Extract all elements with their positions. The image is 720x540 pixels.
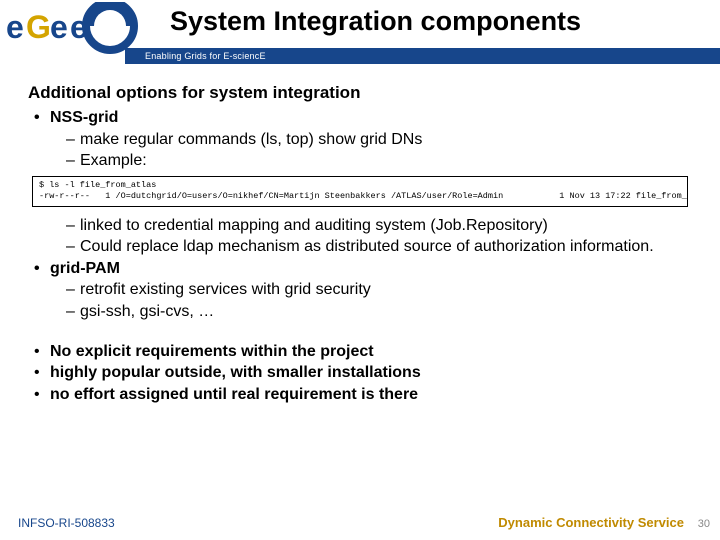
footer-left: INFSO-RI-508833 xyxy=(18,516,115,530)
code-example: $ ls -l file_from_atlas -rw-r--r-- 1 /O=… xyxy=(32,176,688,207)
bullet-final: No explicit requirements within the proj… xyxy=(28,341,692,363)
code-line: $ ls -l file_from_atlas xyxy=(39,180,156,190)
slide-body: Additional options for system integratio… xyxy=(0,64,720,405)
sub-item: make regular commands (ls, top) show gri… xyxy=(28,129,692,151)
code-line: -rw-r--r-- 1 /O=dutchgrid/O=users/O=nikh… xyxy=(39,191,688,201)
svg-text:G: G xyxy=(26,9,51,45)
section-heading: Additional options for system integratio… xyxy=(28,82,692,105)
slide-number: 30 xyxy=(698,518,710,530)
slide-title: System Integration components xyxy=(170,6,581,37)
slide-footer: INFSO-RI-508833 Dynamic Connectivity Ser… xyxy=(0,506,720,530)
svg-text:e: e xyxy=(50,9,68,45)
sub-item: retrofit existing services with grid sec… xyxy=(28,279,692,301)
svg-text:e: e xyxy=(6,9,24,45)
footer-right: Dynamic Connectivity Service xyxy=(498,515,684,530)
tagline-band: Enabling Grids for E-sciencE xyxy=(125,48,720,64)
sub-item: Example: xyxy=(28,150,692,172)
bullet-final: no effort assigned until real requiremen… xyxy=(28,384,692,406)
bullet-final: highly popular outside, with smaller ins… xyxy=(28,362,692,384)
bullet-grid-pam: grid-PAM xyxy=(28,258,692,280)
sub-item: gsi-ssh, gsi-cvs, … xyxy=(28,301,692,323)
bullet-nss-grid: NSS-grid xyxy=(28,107,692,129)
sub-item: linked to credential mapping and auditin… xyxy=(28,215,692,237)
slide-header: e G e e System Integration components En… xyxy=(0,0,720,64)
sub-item: Could replace ldap mechanism as distribu… xyxy=(28,236,692,258)
